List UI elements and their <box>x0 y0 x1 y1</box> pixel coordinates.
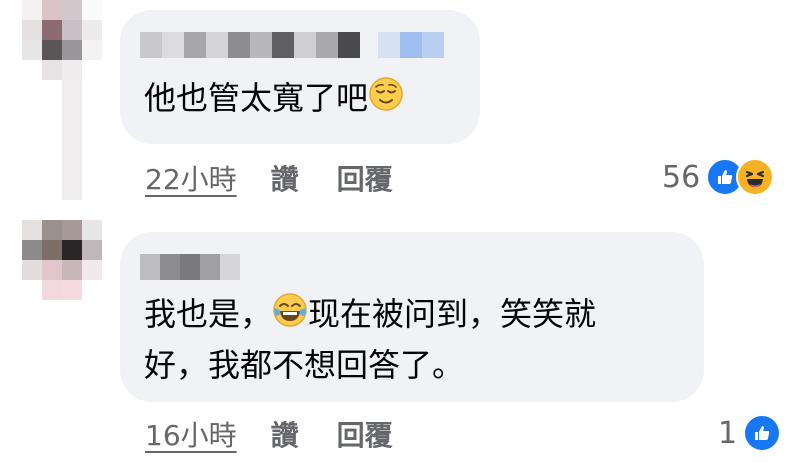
avatar[interactable] <box>22 220 102 300</box>
reactions-summary[interactable]: 56 <box>662 158 775 196</box>
commenter-name[interactable] <box>140 254 240 280</box>
comment-bubble: 我也是， 现在被问到，笑笑就 好，我都不想回答了。 <box>120 232 704 402</box>
like-button[interactable]: 讚 <box>271 158 299 198</box>
reply-button[interactable]: 回覆 <box>337 414 393 454</box>
thread-line <box>62 80 82 200</box>
relieved-face-icon <box>368 76 404 125</box>
laugh-reaction-icon <box>736 158 775 196</box>
comment-meta: 16小時 讚 回覆 <box>145 414 431 454</box>
like-reaction-icon <box>743 414 782 452</box>
comment-text: 他也管太寬了吧 <box>144 74 404 125</box>
reaction-count: 1 <box>718 415 738 451</box>
avatar[interactable] <box>22 0 102 80</box>
reactions-summary[interactable]: 1 <box>718 414 782 452</box>
like-button[interactable]: 讚 <box>271 414 299 454</box>
comment-text: 我也是， 现在被问到，笑笑就 好，我都不想回答了。 <box>144 290 684 389</box>
commenter-name[interactable] <box>140 32 444 58</box>
timestamp-link[interactable]: 16小時 <box>145 414 237 454</box>
reply-button[interactable]: 回覆 <box>337 158 393 198</box>
tears-of-joy-icon <box>272 292 308 341</box>
comment-bubble: 他也管太寬了吧 <box>120 10 480 144</box>
timestamp-link[interactable]: 22小時 <box>145 158 237 198</box>
reaction-count: 56 <box>662 159 701 195</box>
comment-meta: 22小時 讚 回覆 <box>145 158 431 198</box>
